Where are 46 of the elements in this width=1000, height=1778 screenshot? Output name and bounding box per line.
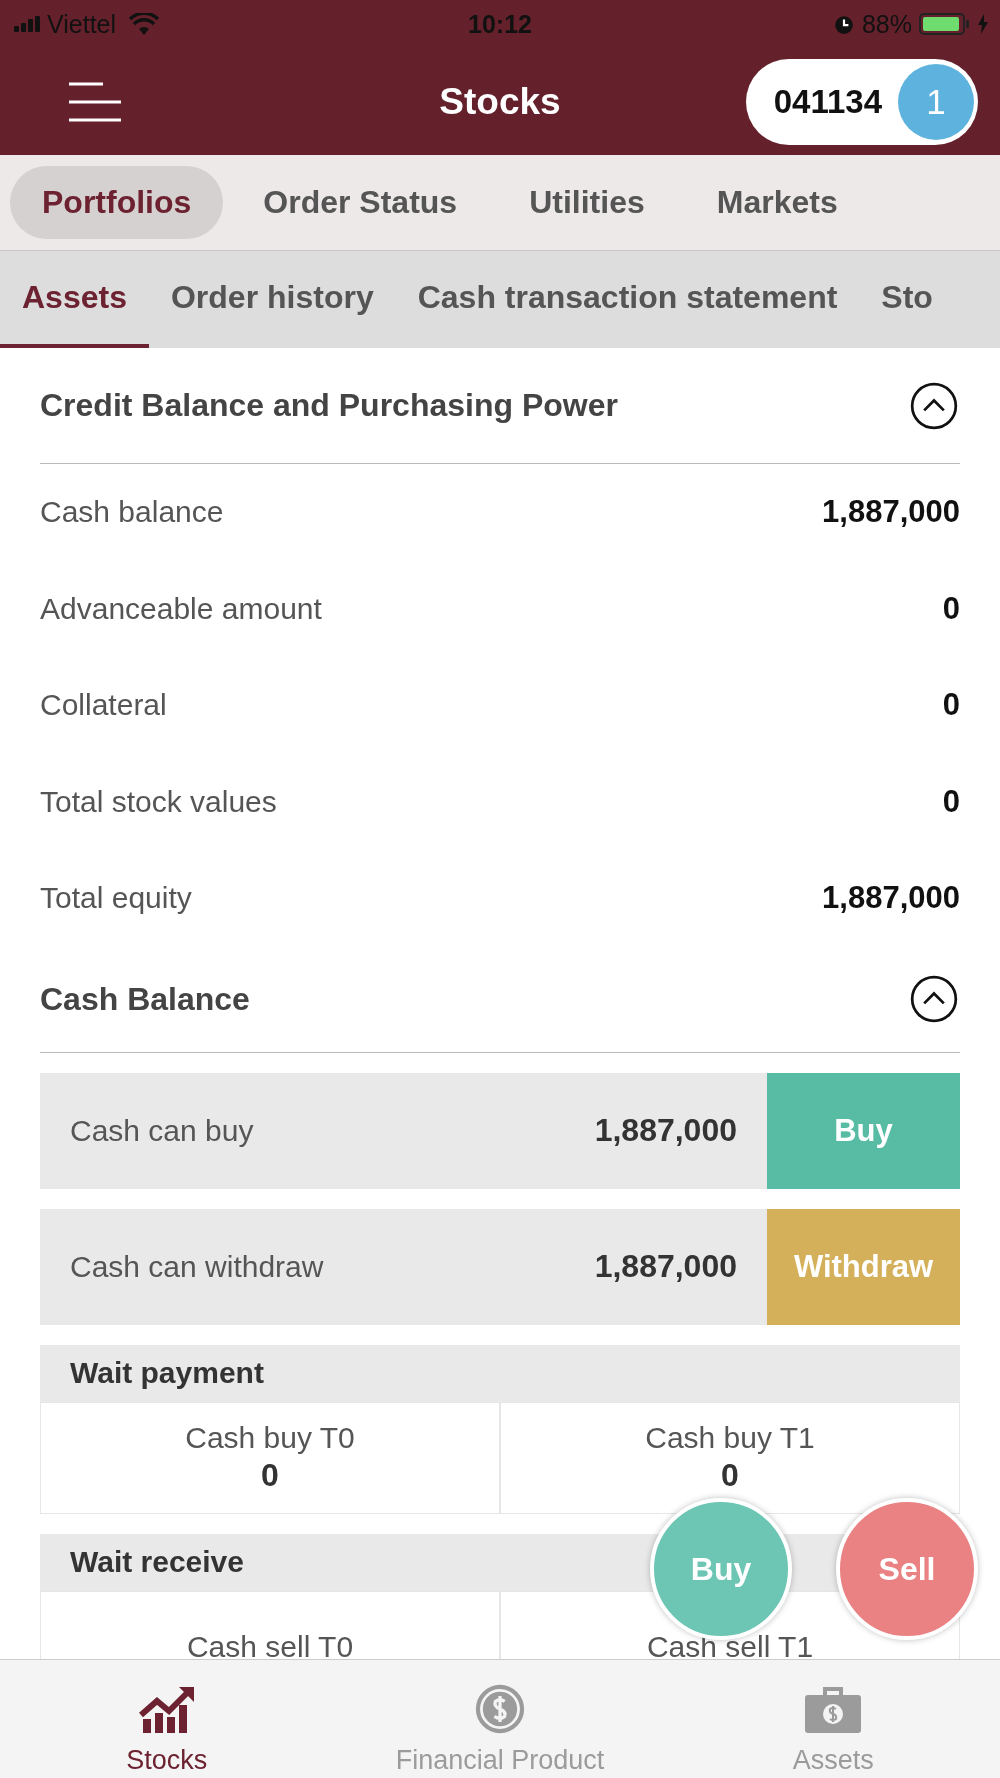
collapse-icon[interactable] — [910, 381, 958, 430]
amount-label: Cash can buy — [70, 1113, 255, 1148]
row-value: 0 — [942, 783, 960, 820]
row-label: Total stock values — [40, 784, 277, 819]
section-title: Cash Balance — [40, 980, 250, 1018]
sub-tab[interactable]: Order history — [148, 251, 396, 348]
row-label: Advanceable amount — [40, 591, 322, 626]
collapse-icon[interactable] — [910, 975, 958, 1023]
row-value: 0 — [942, 687, 960, 724]
amount-value: 1,887,000 — [594, 1248, 737, 1285]
tab[interactable]: Markets — [684, 166, 870, 239]
carrier-name: Viettel — [47, 9, 117, 39]
group-title: Wait receive — [70, 1545, 244, 1579]
sub-tab[interactable]: Assets — [0, 251, 149, 348]
row-value: 1,887,000 — [822, 880, 960, 917]
charging-icon — [978, 14, 988, 34]
row-label: Total equity — [40, 881, 192, 916]
row-value: 0 — [942, 590, 960, 627]
cell-label: Cash buy T1 — [645, 1421, 815, 1455]
nav-item[interactable]: Stocks — [0, 1660, 334, 1778]
clock-time: 10:12 — [468, 9, 532, 39]
wifi-icon — [129, 13, 160, 35]
tab[interactable]: Order Status — [231, 166, 490, 239]
cell-value: 0 — [261, 1457, 279, 1494]
group-title: Wait payment — [70, 1356, 264, 1390]
tab[interactable]: Utilities — [497, 166, 677, 239]
page-title: Stocks — [439, 80, 561, 123]
sub-tab[interactable]: Sto — [859, 251, 955, 348]
signal-icon — [14, 16, 40, 32]
cell-label: Cash buy T0 — [185, 1421, 355, 1455]
menu-icon[interactable] — [68, 81, 122, 122]
alarm-icon — [832, 13, 855, 35]
sub-tab[interactable]: Cash transaction statement — [395, 251, 860, 348]
tab[interactable]: Portfolios — [10, 166, 224, 239]
row-label: Collateral — [40, 688, 167, 723]
account-selector[interactable]: 041134 1 — [745, 58, 978, 145]
amount-value: 1,887,000 — [594, 1112, 737, 1149]
cell-label: Cash sell T0 — [186, 1629, 354, 1659]
section-title: Credit Balance and Purchasing Power — [40, 387, 618, 424]
battery-percent: 88% — [861, 9, 912, 39]
row-label: Cash balance — [40, 495, 224, 530]
count-badge: 1 — [898, 63, 974, 140]
amount-label: Cash can withdraw — [70, 1249, 325, 1284]
row-value: 1,887,000 — [822, 494, 960, 531]
battery-icon — [919, 13, 971, 35]
cell-value: 0 — [721, 1457, 739, 1494]
